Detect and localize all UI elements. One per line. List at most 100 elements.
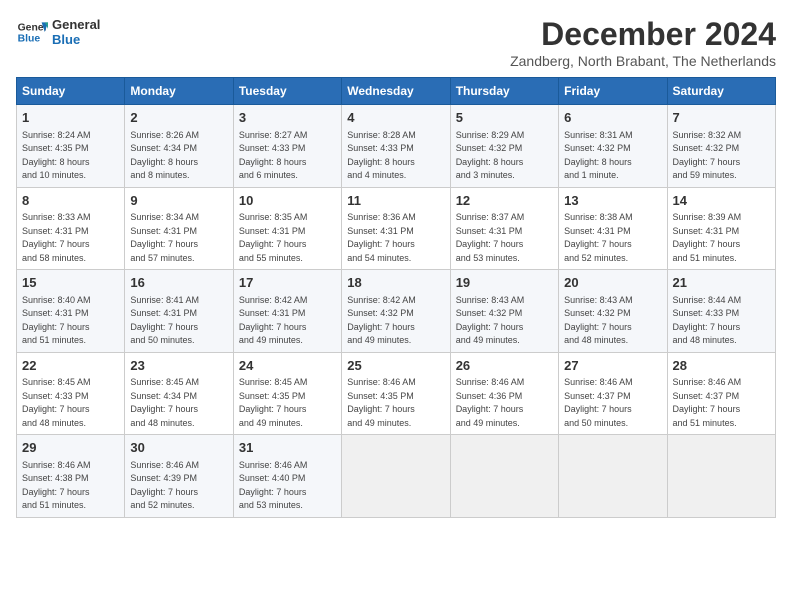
day-info: Sunrise: 8:44 AM Sunset: 4:33 PM Dayligh…: [673, 295, 742, 346]
day-cell: 15 Sunrise: 8:40 AM Sunset: 4:31 PM Dayli…: [17, 270, 125, 353]
day-cell: 14 Sunrise: 8:39 AM Sunset: 4:31 PM Dayli…: [667, 187, 775, 270]
day-info: Sunrise: 8:46 AM Sunset: 4:40 PM Dayligh…: [239, 460, 308, 511]
day-number: 10: [239, 192, 336, 210]
logo-line1: General: [52, 17, 100, 32]
day-cell: 21 Sunrise: 8:44 AM Sunset: 4:33 PM Dayli…: [667, 270, 775, 353]
day-cell: [450, 435, 558, 518]
day-cell: 18Sunrise: 8:42 AM Sunset: 4:32 PM Dayli…: [342, 270, 450, 353]
day-number: 30: [130, 439, 227, 457]
day-number: 14: [673, 192, 770, 210]
header-cell-monday: Monday: [125, 78, 233, 105]
day-info: Sunrise: 8:41 AM Sunset: 4:31 PM Dayligh…: [130, 295, 199, 346]
day-number: 7: [673, 109, 770, 127]
day-cell: [559, 435, 667, 518]
day-cell: 11 Sunrise: 8:36 AM Sunset: 4:31 PM Dayli…: [342, 187, 450, 270]
day-info: Sunrise: 8:38 AM Sunset: 4:31 PM Dayligh…: [564, 212, 633, 263]
day-cell: 16 Sunrise: 8:41 AM Sunset: 4:31 PM Dayli…: [125, 270, 233, 353]
day-info: Sunrise: 8:28 AM Sunset: 4:33 PM Dayligh…: [347, 130, 416, 181]
title-area: December 2024 Zandberg, North Brabant, T…: [510, 16, 776, 69]
day-cell: 31Sunrise: 8:46 AM Sunset: 4:40 PM Dayli…: [233, 435, 341, 518]
day-cell: 3Sunrise: 8:27 AM Sunset: 4:33 PM Daylig…: [233, 105, 341, 188]
day-number: 11: [347, 192, 444, 210]
day-info: Sunrise: 8:46 AM Sunset: 4:36 PM Dayligh…: [456, 377, 525, 428]
day-cell: 26Sunrise: 8:46 AM Sunset: 4:36 PM Dayli…: [450, 352, 558, 435]
day-number: 4: [347, 109, 444, 127]
day-cell: [667, 435, 775, 518]
day-cell: 7 Sunrise: 8:32 AM Sunset: 4:32 PM Daylig…: [667, 105, 775, 188]
calendar-table: SundayMondayTuesdayWednesdayThursdayFrid…: [16, 77, 776, 518]
day-info: Sunrise: 8:42 AM Sunset: 4:32 PM Dayligh…: [347, 295, 416, 346]
day-cell: 20Sunrise: 8:43 AM Sunset: 4:32 PM Dayli…: [559, 270, 667, 353]
day-number: 8: [22, 192, 119, 210]
day-cell: 28Sunrise: 8:46 AM Sunset: 4:37 PM Dayli…: [667, 352, 775, 435]
day-info: Sunrise: 8:46 AM Sunset: 4:39 PM Dayligh…: [130, 460, 199, 511]
day-info: Sunrise: 8:46 AM Sunset: 4:38 PM Dayligh…: [22, 460, 91, 511]
header-row: SundayMondayTuesdayWednesdayThursdayFrid…: [17, 78, 776, 105]
day-info: Sunrise: 8:27 AM Sunset: 4:33 PM Dayligh…: [239, 130, 308, 181]
header-cell-wednesday: Wednesday: [342, 78, 450, 105]
logo-icon: General Blue: [16, 16, 48, 48]
day-number: 16: [130, 274, 227, 292]
day-info: Sunrise: 8:31 AM Sunset: 4:32 PM Dayligh…: [564, 130, 633, 181]
week-row-2: 8 Sunrise: 8:33 AM Sunset: 4:31 PM Daylig…: [17, 187, 776, 270]
header-cell-friday: Friday: [559, 78, 667, 105]
day-cell: 8 Sunrise: 8:33 AM Sunset: 4:31 PM Daylig…: [17, 187, 125, 270]
day-cell: 13Sunrise: 8:38 AM Sunset: 4:31 PM Dayli…: [559, 187, 667, 270]
day-number: 20: [564, 274, 661, 292]
day-cell: 12Sunrise: 8:37 AM Sunset: 4:31 PM Dayli…: [450, 187, 558, 270]
day-info: Sunrise: 8:34 AM Sunset: 4:31 PM Dayligh…: [130, 212, 199, 263]
calendar-body: 1Sunrise: 8:24 AM Sunset: 4:35 PM Daylig…: [17, 105, 776, 518]
header-cell-tuesday: Tuesday: [233, 78, 341, 105]
month-title: December 2024: [510, 16, 776, 53]
day-number: 12: [456, 192, 553, 210]
day-number: 5: [456, 109, 553, 127]
svg-text:Blue: Blue: [18, 34, 41, 45]
day-number: 22: [22, 357, 119, 375]
day-info: Sunrise: 8:45 AM Sunset: 4:33 PM Dayligh…: [22, 377, 91, 428]
day-info: Sunrise: 8:32 AM Sunset: 4:32 PM Dayligh…: [673, 130, 742, 181]
logo: General Blue General Blue: [16, 16, 100, 48]
logo-line2: Blue: [52, 32, 100, 47]
day-info: Sunrise: 8:33 AM Sunset: 4:31 PM Dayligh…: [22, 212, 91, 263]
day-info: Sunrise: 8:39 AM Sunset: 4:31 PM Dayligh…: [673, 212, 742, 263]
day-cell: 10Sunrise: 8:35 AM Sunset: 4:31 PM Dayli…: [233, 187, 341, 270]
day-cell: 17Sunrise: 8:42 AM Sunset: 4:31 PM Dayli…: [233, 270, 341, 353]
day-info: Sunrise: 8:43 AM Sunset: 4:32 PM Dayligh…: [456, 295, 525, 346]
day-cell: 25Sunrise: 8:46 AM Sunset: 4:35 PM Dayli…: [342, 352, 450, 435]
day-info: Sunrise: 8:36 AM Sunset: 4:31 PM Dayligh…: [347, 212, 416, 263]
day-number: 29: [22, 439, 119, 457]
day-info: Sunrise: 8:26 AM Sunset: 4:34 PM Dayligh…: [130, 130, 199, 181]
day-cell: 4 Sunrise: 8:28 AM Sunset: 4:33 PM Daylig…: [342, 105, 450, 188]
day-info: Sunrise: 8:46 AM Sunset: 4:37 PM Dayligh…: [564, 377, 633, 428]
day-number: 19: [456, 274, 553, 292]
day-cell: 9 Sunrise: 8:34 AM Sunset: 4:31 PM Daylig…: [125, 187, 233, 270]
day-cell: 24Sunrise: 8:45 AM Sunset: 4:35 PM Dayli…: [233, 352, 341, 435]
day-cell: 23Sunrise: 8:45 AM Sunset: 4:34 PM Dayli…: [125, 352, 233, 435]
day-cell: 5 Sunrise: 8:29 AM Sunset: 4:32 PM Daylig…: [450, 105, 558, 188]
day-info: Sunrise: 8:29 AM Sunset: 4:32 PM Dayligh…: [456, 130, 525, 181]
day-number: 9: [130, 192, 227, 210]
subtitle: Zandberg, North Brabant, The Netherlands: [510, 53, 776, 69]
day-number: 27: [564, 357, 661, 375]
day-info: Sunrise: 8:45 AM Sunset: 4:34 PM Dayligh…: [130, 377, 199, 428]
day-cell: 27 Sunrise: 8:46 AM Sunset: 4:37 PM Dayli…: [559, 352, 667, 435]
day-number: 21: [673, 274, 770, 292]
day-cell: 19 Sunrise: 8:43 AM Sunset: 4:32 PM Dayli…: [450, 270, 558, 353]
calendar-header: SundayMondayTuesdayWednesdayThursdayFrid…: [17, 78, 776, 105]
day-info: Sunrise: 8:45 AM Sunset: 4:35 PM Dayligh…: [239, 377, 308, 428]
header-cell-sunday: Sunday: [17, 78, 125, 105]
day-cell: 6 Sunrise: 8:31 AM Sunset: 4:32 PM Daylig…: [559, 105, 667, 188]
day-number: 15: [22, 274, 119, 292]
day-cell: 29 Sunrise: 8:46 AM Sunset: 4:38 PM Dayli…: [17, 435, 125, 518]
day-info: Sunrise: 8:40 AM Sunset: 4:31 PM Dayligh…: [22, 295, 91, 346]
day-number: 17: [239, 274, 336, 292]
week-row-3: 15 Sunrise: 8:40 AM Sunset: 4:31 PM Dayli…: [17, 270, 776, 353]
day-info: Sunrise: 8:24 AM Sunset: 4:35 PM Dayligh…: [22, 130, 91, 181]
day-number: 6: [564, 109, 661, 127]
header: General Blue General Blue December 2024 …: [16, 16, 776, 69]
header-cell-thursday: Thursday: [450, 78, 558, 105]
day-cell: 2 Sunrise: 8:26 AM Sunset: 4:34 PM Daylig…: [125, 105, 233, 188]
day-number: 2: [130, 109, 227, 127]
day-cell: 1Sunrise: 8:24 AM Sunset: 4:35 PM Daylig…: [17, 105, 125, 188]
week-row-5: 29 Sunrise: 8:46 AM Sunset: 4:38 PM Dayli…: [17, 435, 776, 518]
